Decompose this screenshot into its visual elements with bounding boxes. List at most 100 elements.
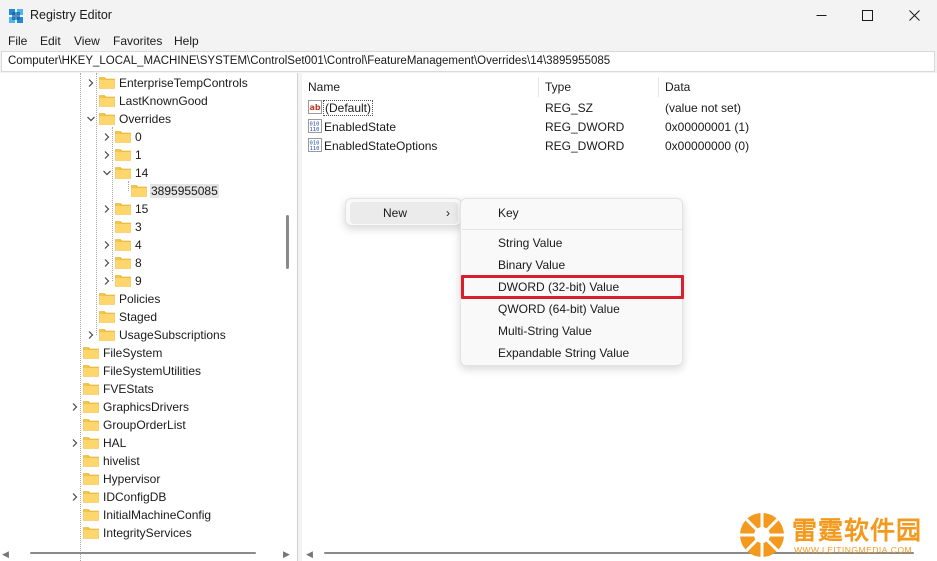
column-header-name[interactable]: Name	[302, 77, 539, 97]
submenu-binary-value[interactable]: Binary Value	[465, 254, 679, 276]
chevron-down-icon[interactable]	[102, 168, 112, 178]
menu-file[interactable]: File	[8, 34, 27, 48]
binary-value-icon: 010 110	[308, 119, 322, 133]
submenu-key[interactable]: Key	[465, 202, 679, 224]
svg-text:110: 110	[310, 146, 320, 152]
folder-icon	[83, 401, 99, 413]
context-menu: New ›	[345, 198, 462, 226]
window-title: Registry Editor	[30, 8, 112, 22]
submenu-string-value[interactable]: String Value	[465, 232, 679, 254]
value-type: REG_DWORD	[545, 120, 625, 134]
submenu-multi-string-value[interactable]: Multi-String Value	[465, 320, 679, 342]
chevron-right-icon[interactable]	[70, 492, 80, 502]
folder-icon	[115, 131, 131, 143]
value-data: (value not set)	[665, 101, 742, 115]
close-button[interactable]	[891, 0, 937, 31]
submenu-item-label: Key	[498, 206, 519, 220]
folder-icon	[83, 365, 99, 377]
binary-value-icon: 010 110	[308, 138, 322, 152]
chevron-right-icon[interactable]	[86, 330, 96, 340]
highlight-box	[461, 275, 684, 299]
chevron-right-icon[interactable]	[102, 132, 112, 142]
tree-item-label: 9	[135, 274, 142, 288]
submenu-qword-value[interactable]: QWORD (64-bit) Value	[465, 298, 679, 320]
tree-item-label: IDConfigDB	[103, 490, 167, 504]
chevron-right-icon[interactable]	[102, 240, 112, 250]
folder-icon	[83, 419, 99, 431]
chevron-right-icon[interactable]	[102, 204, 112, 214]
chevron-right-icon: ›	[446, 206, 450, 220]
context-menu-new[interactable]: New ›	[350, 202, 458, 224]
tree-item-label: hivelist	[103, 454, 140, 468]
chevron-right-icon[interactable]	[70, 438, 80, 448]
value-data: 0x00000001 (1)	[665, 120, 750, 134]
menu-edit[interactable]: Edit	[40, 34, 61, 48]
value-type: REG_SZ	[545, 101, 594, 115]
new-submenu: Key String Value Binary Value DWORD (32-…	[460, 198, 684, 366]
tree-item-label: HAL	[103, 436, 127, 450]
column-header-data[interactable]: Data	[659, 77, 937, 97]
column-header-type[interactable]: Type	[539, 77, 659, 97]
tree-item-label: Staged	[119, 310, 158, 324]
menu-view[interactable]: View	[74, 34, 100, 48]
chevron-right-icon[interactable]	[86, 78, 96, 88]
value-data: 0x00000000 (0)	[665, 139, 750, 153]
scroll-left-icon[interactable]: ◀	[2, 549, 9, 560]
tree-item-label: IntegrityServices	[103, 526, 192, 540]
menu-favorites[interactable]: Favorites	[113, 34, 162, 48]
folder-icon	[83, 383, 99, 395]
tree-guide-line	[112, 127, 113, 281]
folder-icon	[115, 257, 131, 269]
folder-icon	[83, 473, 99, 485]
tree-item-label: Overrides	[119, 112, 172, 126]
submenu-expandable-string-value[interactable]: Expandable String Value	[465, 342, 679, 364]
folder-icon	[115, 203, 131, 215]
tree-guide-line	[80, 73, 81, 561]
value-name: (Default)	[322, 100, 374, 116]
tree-item-label: 14	[135, 166, 149, 180]
tree-item-label: FVEStats	[103, 382, 154, 396]
folder-icon	[99, 293, 115, 305]
tree-item-label: Hypervisor	[103, 472, 161, 486]
value-row-enabledstateoptions[interactable]: 010 110 EnabledStateOptions REG_DWORD 0x…	[302, 136, 937, 155]
chevron-right-icon[interactable]	[102, 150, 112, 160]
folder-icon	[115, 167, 131, 179]
tree-item-label: 4	[135, 238, 142, 252]
value-row-enabledstate[interactable]: 010 110 EnabledState REG_DWORD 0x0000000…	[302, 117, 937, 136]
watermark-logo-icon	[740, 513, 784, 557]
address-bar[interactable]: Computer\HKEY_LOCAL_MACHINE\SYSTEM\Contr…	[1, 51, 935, 72]
tree-item-label: 1	[135, 148, 142, 162]
svg-text:110: 110	[310, 127, 320, 133]
chevron-right-icon[interactable]	[102, 276, 112, 286]
chevron-down-icon[interactable]	[86, 114, 96, 124]
maximize-button[interactable]	[844, 0, 890, 31]
tree-item-label: 3	[135, 220, 142, 234]
value-name: EnabledState	[324, 120, 397, 134]
menu-separator	[462, 229, 682, 230]
tree-item-label: GraphicsDrivers	[103, 400, 190, 414]
value-row-default[interactable]: ab (Default) REG_SZ (value not set)	[302, 98, 937, 117]
tree-item-label: 8	[135, 256, 142, 270]
chevron-right-icon[interactable]	[70, 402, 80, 412]
scroll-right-icon[interactable]: ▶	[283, 549, 290, 560]
scroll-left-icon[interactable]: ◀	[306, 549, 313, 560]
tree-item-label: InitialMachineConfig	[103, 508, 212, 522]
tree-item-label: FileSystem	[103, 346, 163, 360]
menu-bar: File Edit View Favorites Help	[0, 31, 937, 51]
tree-horizontal-scrollbar[interactable]	[30, 552, 256, 554]
tree-item-label: 15	[135, 202, 149, 216]
folder-icon	[83, 455, 99, 467]
folder-icon	[83, 437, 99, 449]
minimize-button[interactable]	[798, 0, 844, 31]
registry-editor-icon	[9, 9, 23, 23]
tree-item-label: GroupOrderList	[103, 418, 186, 432]
tree-guide-line	[96, 73, 97, 335]
folder-icon	[131, 185, 147, 197]
value-name: EnabledStateOptions	[324, 139, 438, 153]
folder-icon	[99, 77, 115, 89]
tree-vertical-scrollbar[interactable]	[286, 215, 289, 269]
menu-help[interactable]: Help	[174, 34, 199, 48]
folder-icon	[99, 329, 115, 341]
key-tree[interactable]: EnterpriseTempControls LastKnownGood Overr…	[0, 73, 298, 561]
chevron-right-icon[interactable]	[102, 258, 112, 268]
